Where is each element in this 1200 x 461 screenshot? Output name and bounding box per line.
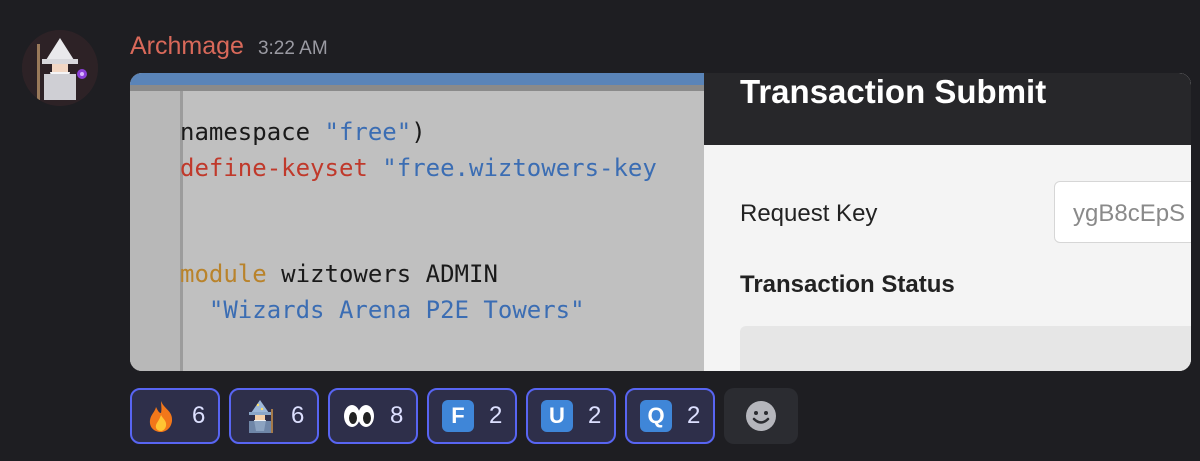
message-header: Archmage 3:22 AM xyxy=(130,32,328,61)
image-attachment[interactable]: namespace "free") define-keyset "free.wiz… xyxy=(130,73,1191,371)
reaction-letter-f[interactable]: F 2 xyxy=(427,388,517,444)
code-token: wiztowers ADMIN xyxy=(281,260,498,288)
reaction-count: 2 xyxy=(588,402,602,429)
code-line: module wiztowers ADMIN xyxy=(180,257,657,293)
add-reaction-button[interactable] xyxy=(724,388,798,444)
code-text: namespace "free") define-keyset "free.wiz… xyxy=(180,115,657,328)
reaction-letter-q[interactable]: Q 2 xyxy=(625,388,715,444)
reaction-fire[interactable]: 6 xyxy=(130,388,220,444)
reaction-count: 2 xyxy=(687,402,701,429)
code-token: "Wizards Arena P2E Towers" xyxy=(180,295,585,324)
editor-top-bar xyxy=(130,73,704,85)
regional-indicator-f-icon: F xyxy=(441,399,475,433)
username[interactable]: Archmage xyxy=(130,32,244,61)
editor-tab-strip xyxy=(130,85,704,91)
code-editor-screenshot: namespace "free") define-keyset "free.wiz… xyxy=(130,73,704,371)
regional-indicator-u-icon: U xyxy=(540,399,574,433)
transaction-panel: Transaction Submit Request Key ygB8cEpS … xyxy=(704,73,1191,371)
reaction-count: 2 xyxy=(489,402,503,429)
reaction-wizard[interactable]: 6 xyxy=(229,388,319,444)
code-token: module xyxy=(180,260,282,288)
fire-icon xyxy=(144,399,178,433)
code-token: define-keyset xyxy=(180,153,383,182)
eyes-icon xyxy=(342,399,376,433)
reaction-count: 6 xyxy=(192,402,206,429)
reaction-letter-u[interactable]: U 2 xyxy=(526,388,616,444)
editor-gutter xyxy=(130,91,180,371)
code-line: "Wizards Arena P2E Towers" xyxy=(180,293,657,329)
reaction-count: 8 xyxy=(390,402,404,429)
wizard-avatar-icon xyxy=(22,30,98,106)
request-key-label: Request Key xyxy=(740,200,878,227)
reaction-eyes[interactable]: 8 xyxy=(328,388,418,444)
code-line: namespace "free") xyxy=(180,115,657,151)
regional-indicator-q-icon: Q xyxy=(639,399,673,433)
request-key-field: ygB8cEpS xyxy=(1054,181,1191,243)
code-line: define-keyset "free.wiztowers-key xyxy=(180,151,657,187)
transaction-title: Transaction Submit xyxy=(740,73,1047,110)
transaction-status-label: Transaction Status xyxy=(740,271,955,298)
wizard-icon xyxy=(243,399,277,433)
code-token: "free.wiztowers-key xyxy=(382,153,657,182)
code-token: namespace xyxy=(180,118,325,146)
code-token: ) xyxy=(411,118,426,146)
timestamp[interactable]: 3:22 AM xyxy=(258,38,328,60)
add-reaction-icon xyxy=(746,401,776,431)
reactions-bar: 6 6 8 F 2 U 2 Q 2 xyxy=(130,388,798,444)
avatar[interactable] xyxy=(22,30,98,106)
reaction-count: 6 xyxy=(291,402,305,429)
transaction-status-box xyxy=(740,326,1191,371)
transaction-header: Transaction Submit xyxy=(704,73,1191,145)
code-token: "free" xyxy=(324,118,412,146)
